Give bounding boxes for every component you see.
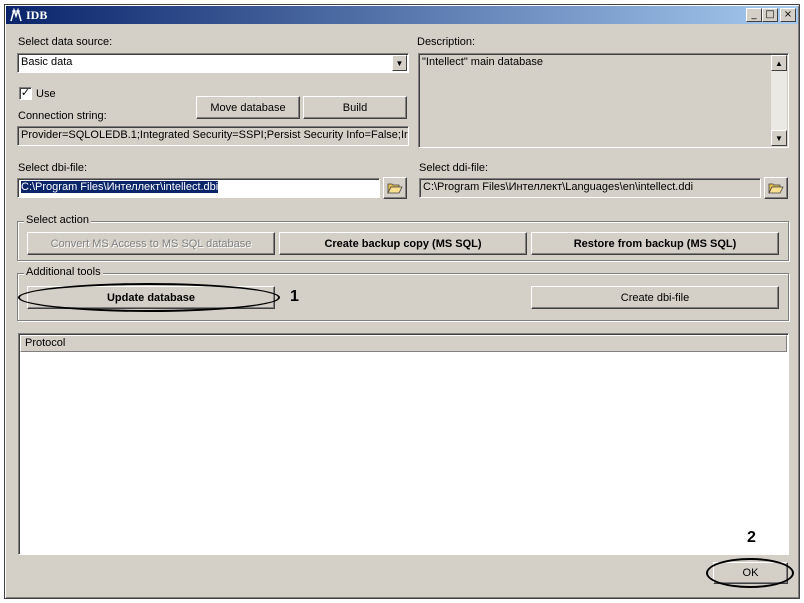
additional-tools-title: Additional tools bbox=[24, 266, 103, 278]
window-title: IDB bbox=[26, 8, 48, 22]
connection-string-field[interactable]: Provider=SQLOLEDB.1;Integrated Security=… bbox=[17, 126, 409, 146]
description-box: "Intellect" main database bbox=[418, 53, 789, 148]
ddi-file-value: C:\Program Files\Интеллект\Languages\en\… bbox=[423, 181, 694, 193]
open-folder-icon[interactable] bbox=[383, 177, 407, 199]
data-source-select[interactable]: Basic data bbox=[17, 53, 409, 73]
maximize-button[interactable]: □ bbox=[762, 8, 778, 22]
select-action-title: Select action bbox=[24, 214, 91, 226]
create-dbi-file-button[interactable]: Create dbi-file bbox=[531, 286, 779, 309]
build-button[interactable]: Build bbox=[303, 96, 407, 119]
restore-backup-button[interactable]: Restore from backup (MS SQL) bbox=[531, 232, 779, 255]
minimize-button[interactable]: _ bbox=[746, 8, 762, 22]
open-folder-icon[interactable] bbox=[764, 177, 788, 199]
app-icon bbox=[9, 7, 23, 22]
create-backup-button[interactable]: Create backup copy (MS SQL) bbox=[279, 232, 527, 255]
ddi-file-input[interactable]: C:\Program Files\Интеллект\Languages\en\… bbox=[419, 178, 761, 198]
use-label: Use bbox=[36, 88, 56, 100]
ddi-label: Select ddi-file: bbox=[419, 162, 489, 174]
use-checkbox[interactable]: ✓ bbox=[19, 87, 32, 100]
scroll-down-icon[interactable]: ▼ bbox=[771, 130, 787, 146]
move-database-button[interactable]: Move database bbox=[196, 96, 300, 119]
dbi-file-input[interactable]: C:\Program Files\Интеллект\intellect.dbi bbox=[17, 178, 380, 198]
description-text: "Intellect" main database bbox=[422, 56, 543, 68]
data-source-value: Basic data bbox=[21, 56, 73, 68]
data-source-label: Select data source: bbox=[18, 36, 113, 48]
annotation-label: 1 bbox=[290, 288, 299, 305]
annotation-label: 2 bbox=[747, 529, 756, 546]
chevron-down-icon[interactable]: ▼ bbox=[392, 55, 407, 71]
title-bar[interactable] bbox=[6, 6, 798, 24]
protocol-list[interactable] bbox=[18, 333, 789, 555]
dbi-file-value: C:\Program Files\Интеллект\intellect.dbi bbox=[21, 181, 219, 193]
close-button[interactable]: × bbox=[780, 8, 796, 22]
connection-label: Connection string: bbox=[18, 110, 107, 122]
dbi-label: Select dbi-file: bbox=[18, 162, 88, 174]
connection-string-value: Provider=SQLOLEDB.1;Integrated Security=… bbox=[21, 129, 408, 141]
scroll-up-icon[interactable]: ▲ bbox=[771, 55, 787, 71]
annotation-ellipse bbox=[706, 558, 794, 588]
convert-button[interactable]: Convert MS Access to MS SQL database bbox=[27, 232, 275, 255]
annotation-ellipse bbox=[18, 283, 280, 312]
description-label: Description: bbox=[417, 36, 476, 48]
protocol-header[interactable]: Protocol bbox=[20, 335, 787, 352]
